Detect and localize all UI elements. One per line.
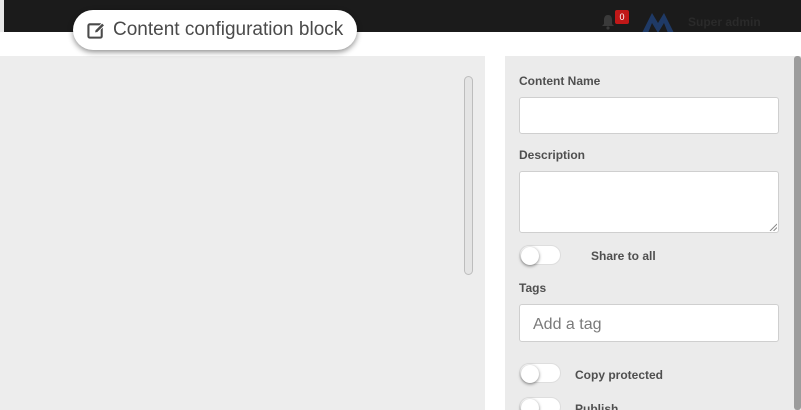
bell-icon — [602, 15, 614, 30]
user-name[interactable]: Super admin — [688, 15, 761, 29]
dialog-title-text: Content configuration block — [113, 19, 344, 40]
resize-grip-icon[interactable] — [769, 223, 777, 231]
avatar-logo[interactable] — [640, 11, 676, 33]
copy-protected-toggle[interactable] — [519, 363, 561, 383]
config-panel: Content Name Description Share to all Ta… — [505, 56, 801, 410]
topbar-edge — [0, 0, 4, 32]
toggle-knob — [521, 247, 539, 265]
publish-label: Publish — [575, 402, 619, 410]
content-name-field[interactable] — [519, 97, 779, 134]
config-scrollbar[interactable] — [794, 56, 801, 410]
toggle-knob — [521, 365, 539, 383]
copy-protected-label: Copy protected — [575, 368, 664, 382]
preview-panel — [0, 56, 485, 410]
notification-badge: 0 — [615, 10, 629, 24]
description-label: Description — [519, 148, 586, 162]
tags-label: Tags — [519, 281, 547, 295]
panel-divider — [485, 56, 505, 410]
content-name-label: Content Name — [519, 74, 601, 88]
share-toggle[interactable] — [519, 245, 561, 265]
notifications-button[interactable]: 0 — [600, 8, 630, 30]
description-field[interactable] — [519, 171, 779, 233]
publish-toggle[interactable] — [519, 397, 561, 410]
tags-placeholder: Add a tag — [533, 316, 602, 333]
dialog-title: Content configuration block — [73, 10, 358, 50]
toggle-knob — [521, 399, 539, 410]
tags-input[interactable]: Add a tag — [519, 304, 779, 342]
preview-scrollbar[interactable] — [464, 76, 473, 275]
edit-icon — [87, 22, 106, 39]
share-label: Share to all — [591, 249, 656, 263]
